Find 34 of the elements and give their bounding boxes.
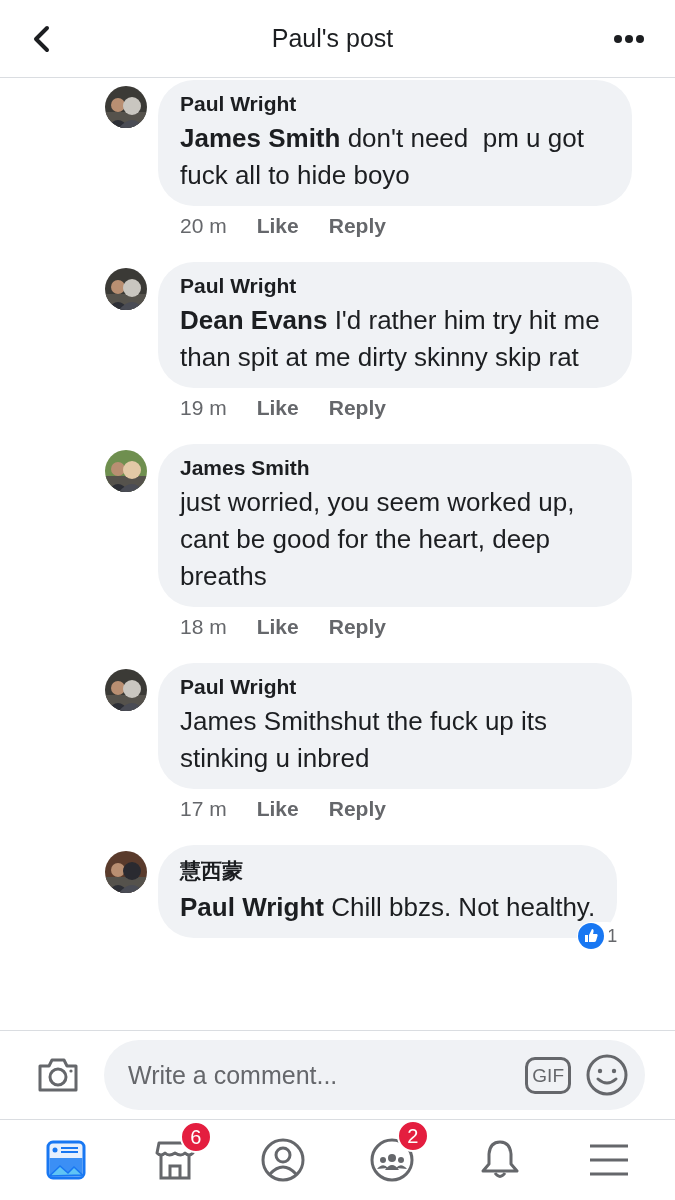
profile-icon[interactable] — [261, 1138, 306, 1182]
comment-author[interactable]: 慧西蒙 — [180, 857, 596, 885]
reaction-count: 1 — [607, 925, 618, 947]
comment-author[interactable]: Paul Wright — [180, 274, 610, 298]
emoji-icon[interactable] — [585, 1053, 629, 1097]
comment-author[interactable]: Paul Wright — [180, 92, 610, 116]
comment-action-link[interactable]: Like — [256, 214, 299, 238]
comment-field[interactable]: Write a comment... GIF — [104, 1040, 645, 1110]
comment-time: 20 m — [180, 214, 227, 238]
comment-action-link[interactable]: Reply — [328, 797, 386, 821]
comment-text: Paul Wright Chill bbzs. Not healthy. — [180, 891, 596, 924]
more-icon[interactable] — [613, 33, 645, 44]
menu-icon[interactable] — [588, 1143, 629, 1177]
camera-icon[interactable] — [36, 1056, 80, 1094]
comment-author[interactable]: James Smith — [180, 456, 610, 480]
comment-author[interactable]: Paul Wright — [180, 675, 610, 699]
comment-time: 18 m — [180, 615, 227, 639]
comment-time: 17 m — [180, 797, 227, 821]
comment-action-link[interactable]: Like — [256, 797, 299, 821]
news-feed-icon[interactable] — [46, 1140, 87, 1180]
comment-time: 19 m — [180, 396, 227, 420]
notification-badge: 2 — [396, 1120, 429, 1152]
comment-action-link[interactable]: Reply — [328, 214, 386, 238]
gif-button[interactable]: GIF — [525, 1056, 571, 1094]
comment-text: just worried, you seem worked up, cant be good for the heart, deep breaths — [180, 486, 576, 593]
comment-action-link[interactable]: Reply — [328, 615, 386, 639]
notification-badge: 6 — [179, 1121, 212, 1153]
comment-action-link[interactable]: Reply — [328, 396, 386, 420]
comment-text: James Smith don't need pm u got fuck all to hide boyo — [180, 122, 585, 192]
comment-action-link[interactable]: Like — [256, 615, 299, 639]
comment-action-link[interactable]: Like — [256, 396, 299, 420]
page-title: Paul's post — [271, 24, 394, 53]
comment-text: James Smithshut the fuck up its stinking u inbred — [180, 705, 549, 775]
comment-text: Dean Evans I'd rather him try hit me than spit at me dirty skinny skip rat — [180, 304, 601, 374]
